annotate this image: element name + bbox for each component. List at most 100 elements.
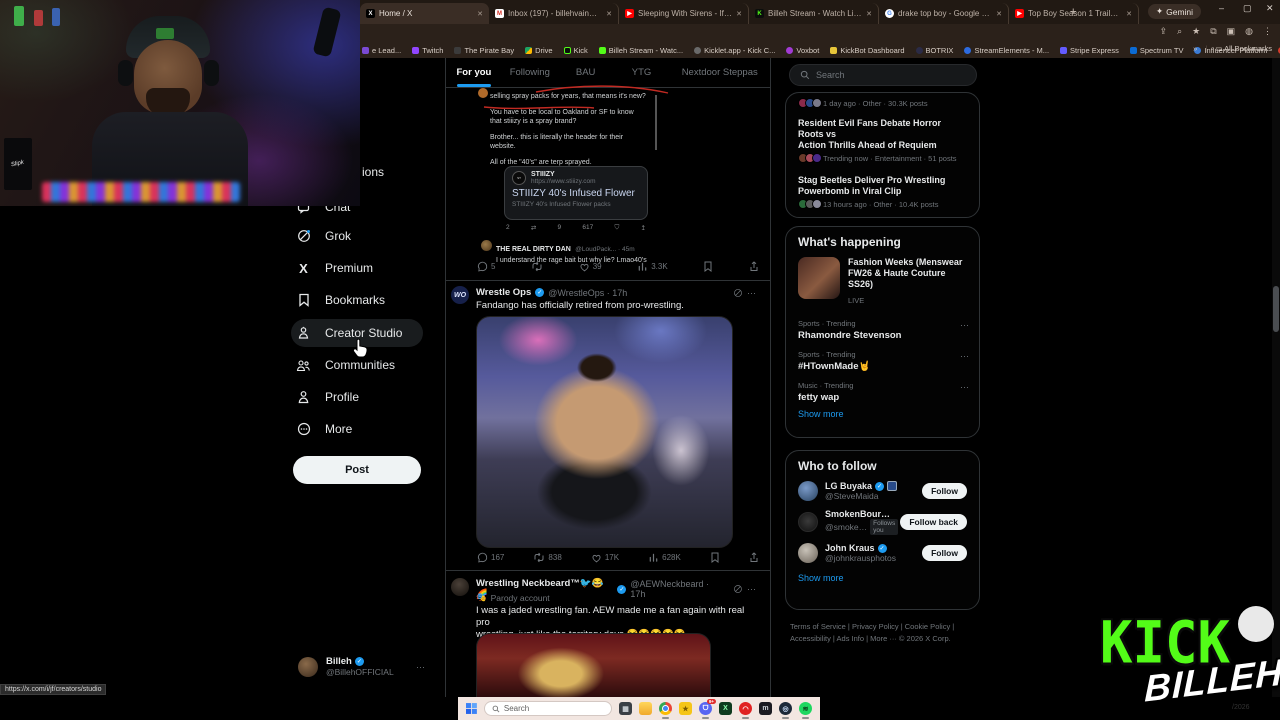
- sidebar-item-notifications-clipped[interactable]: ions: [362, 165, 384, 179]
- kicklet-star-icon[interactable]: ★: [679, 702, 692, 715]
- chrome-icon[interactable]: [659, 702, 672, 719]
- tab-close-icon[interactable]: ✕: [1126, 10, 1132, 18]
- bookmark-item-pirate-bay[interactable]: The Pirate Bay: [454, 46, 514, 55]
- tab-close-icon[interactable]: ✕: [866, 10, 872, 18]
- bookmarks-overflow-chevron[interactable]: »: [1193, 44, 1197, 53]
- profile-avatar-icon[interactable]: ◍: [1245, 26, 1253, 37]
- bookmark-item-stripe[interactable]: Stripe Express: [1060, 46, 1119, 55]
- sidebar-item-more[interactable]: More: [296, 414, 352, 444]
- start-button[interactable]: [466, 702, 477, 715]
- extensions-icon[interactable]: ⧉: [1210, 26, 1216, 37]
- repost-button[interactable]: [531, 261, 543, 272]
- file-explorer-icon[interactable]: [639, 702, 652, 715]
- grok-actions-icon[interactable]: [733, 584, 743, 594]
- bookmark-item-drive[interactable]: Drive: [525, 46, 553, 55]
- bookmark-item-kick[interactable]: Kick: [563, 46, 588, 55]
- tab-close-icon[interactable]: ✕: [606, 10, 612, 18]
- bookmark-button[interactable]: [703, 261, 713, 272]
- browser-tab-kick[interactable]: K Billeh Stream - Watch Live on K ✕: [749, 3, 879, 24]
- avatar-wrestling-neckbeard[interactable]: [451, 578, 469, 596]
- share-button[interactable]: [749, 261, 759, 272]
- trend-item[interactable]: Sports · Trending #HTownMade🤘 ···: [786, 341, 979, 372]
- share-button[interactable]: [749, 552, 759, 563]
- bookmark-item-twitch[interactable]: Twitch: [412, 46, 443, 55]
- live-event-item[interactable]: Fashion Weeks (Menswear FW26 & Haute Cou…: [786, 253, 979, 312]
- follow-button[interactable]: Follow: [922, 483, 967, 499]
- tweet-photo-wrestler[interactable]: [476, 316, 733, 548]
- sidebar-account-switcher[interactable]: Billeh ✓ @BillehOFFICIAL: [298, 656, 394, 677]
- trending-item[interactable]: Resident Evil Fans Debate Horror Roots v…: [786, 118, 979, 165]
- reply-button[interactable]: 5: [477, 261, 495, 272]
- bookmark-item-voxbot[interactable]: Voxbot: [786, 46, 819, 55]
- post-button[interactable]: Post: [293, 456, 421, 484]
- like-button[interactable]: 39: [579, 262, 602, 272]
- views-button[interactable]: 3.3K: [637, 261, 668, 272]
- spotify-icon[interactable]: ≋: [799, 702, 812, 719]
- follow-suggestion[interactable]: LG Buyaka ✓ @SteveMaida Follow: [786, 477, 979, 505]
- all-bookmarks-folder[interactable]: ▭ All Bookmarks: [1215, 44, 1272, 53]
- zoom-icon[interactable]: ⌕: [1177, 26, 1182, 37]
- avatar-wrestle-ops[interactable]: WO: [451, 286, 469, 304]
- bookmark-item-botrix[interactable]: BOTRIX: [915, 46, 953, 55]
- sidebar-item-creator-studio[interactable]: Creator Studio: [296, 318, 402, 348]
- trend-item[interactable]: Music · Trending fetty wap ···: [786, 372, 979, 403]
- sidebar-item-communities[interactable]: Communities: [296, 350, 395, 380]
- trending-item-partial[interactable]: 1 day ago · Other · 30.3K posts: [786, 93, 979, 110]
- green-x-app-icon[interactable]: X: [719, 702, 732, 715]
- trend-menu-icon[interactable]: ···: [960, 320, 969, 330]
- trending-item[interactable]: Stag Beetles Deliver Pro Wrestling Power…: [786, 175, 979, 211]
- follow-suggestion[interactable]: SmokenBourbon | … @smoke…Follows you Fol…: [786, 505, 979, 539]
- tweet-author[interactable]: Wrestle Ops: [476, 287, 531, 298]
- show-more-link[interactable]: Show more: [786, 403, 979, 425]
- discord-icon[interactable]: ᗜ 9+: [699, 699, 716, 719]
- trend-menu-icon[interactable]: ···: [960, 382, 969, 392]
- tab-nextdoor-steppas[interactable]: Nextdoor Steppas: [669, 58, 770, 87]
- show-more-link[interactable]: Show more: [786, 567, 979, 589]
- tab-for-you[interactable]: For you: [446, 58, 502, 87]
- search-input[interactable]: Search: [789, 64, 977, 86]
- mix-it-up-icon[interactable]: m: [759, 702, 772, 715]
- link-card-stiiizy[interactable]: ST STIIIZY https://www.stiiizy.com STIII…: [504, 166, 648, 220]
- follow-button[interactable]: Follow: [922, 545, 967, 561]
- tweet-menu-icon[interactable]: ···: [747, 288, 756, 298]
- views-button[interactable]: 628K: [648, 552, 681, 563]
- task-view-icon[interactable]: ▦: [619, 702, 632, 715]
- sidebar-item-premium[interactable]: X Premium: [296, 253, 373, 283]
- bookmark-item-billeh-stream[interactable]: Billeh Stream - Watc...: [598, 46, 683, 55]
- browser-menu-icon[interactable]: ⋮: [1263, 26, 1272, 37]
- window-maximize-button[interactable]: ▢: [1243, 3, 1252, 14]
- tab-ytg[interactable]: YTG: [614, 58, 670, 87]
- follow-back-button[interactable]: Follow back: [900, 514, 967, 530]
- gemini-button[interactable]: ✦ Gemini: [1148, 4, 1202, 19]
- bookmark-item-kickbot[interactable]: KickBot Dashboard: [830, 46, 905, 55]
- bookmark-item-streamelements[interactable]: StreamElements - M...: [964, 46, 1049, 55]
- browser-tab-google[interactable]: G drake top boy - Google Search ✕: [879, 3, 1009, 24]
- steam-icon[interactable]: ◎: [779, 702, 792, 719]
- tab-following[interactable]: Following: [502, 58, 558, 87]
- trend-item[interactable]: Sports · Trending Rhamondre Stevenson ··…: [786, 312, 979, 341]
- new-tab-button[interactable]: +: [1070, 6, 1076, 18]
- bookmark-item-kicklet[interactable]: Kicklet.app - Kick C...: [694, 46, 775, 55]
- reply-button[interactable]: 167: [477, 552, 504, 563]
- tweet-menu-icon[interactable]: ···: [747, 584, 756, 594]
- tab-close-icon[interactable]: ✕: [477, 10, 483, 18]
- window-close-button[interactable]: ✕: [1266, 3, 1274, 14]
- sidebar-item-profile[interactable]: Profile: [296, 382, 359, 412]
- window-minimize-button[interactable]: –: [1219, 3, 1224, 13]
- sidebar-item-grok[interactable]: Grok: [296, 221, 351, 251]
- tweet-photo-partial[interactable]: [476, 633, 711, 698]
- side-panel-icon[interactable]: ▣: [1227, 26, 1236, 37]
- sidebar-item-bookmarks[interactable]: Bookmarks: [296, 285, 385, 315]
- scrollbar-thumb[interactable]: [1273, 286, 1279, 332]
- bookmark-item-spectrum[interactable]: Spectrum TV: [1129, 46, 1183, 55]
- bookmark-star-icon[interactable]: ★: [1192, 26, 1200, 37]
- bookmark-item[interactable]: e Lead...: [362, 46, 401, 55]
- browser-tab-youtube[interactable]: ▶ Sleeping With Sirens - If I'm Ja ✕: [619, 3, 749, 24]
- repost-button[interactable]: 838: [533, 552, 562, 563]
- bookmark-button[interactable]: [710, 552, 720, 563]
- taskbar-search-input[interactable]: Search: [483, 701, 612, 716]
- grok-actions-icon[interactable]: [733, 288, 743, 298]
- tab-close-icon[interactable]: ✕: [996, 10, 1002, 18]
- browser-tab-home-x[interactable]: X Home / X ✕: [360, 3, 489, 24]
- like-button[interactable]: 17K: [591, 553, 619, 563]
